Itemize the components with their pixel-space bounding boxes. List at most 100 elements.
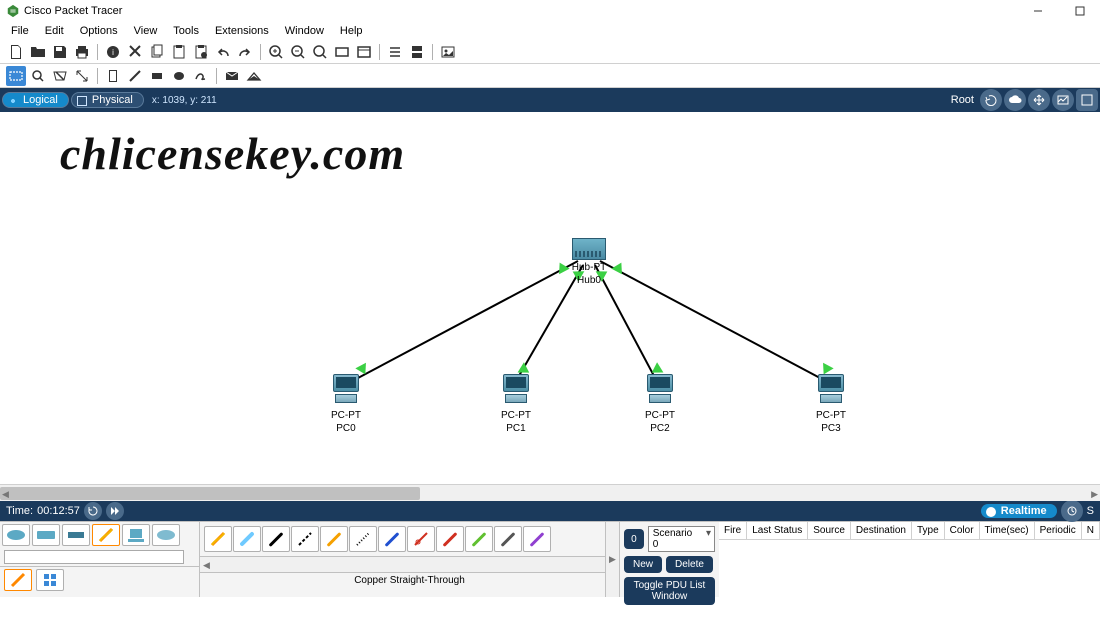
menu-edit[interactable]: Edit	[38, 24, 71, 38]
zoom-out-icon[interactable]	[288, 42, 308, 62]
window-icon[interactable]	[354, 42, 374, 62]
rect-icon[interactable]	[332, 42, 352, 62]
complex-pdu-icon[interactable]	[244, 66, 264, 86]
category-enddevices-icon[interactable]	[122, 524, 150, 546]
menu-window[interactable]: Window	[278, 24, 331, 38]
device-search-input[interactable]	[4, 550, 184, 564]
rectangle-tool-icon[interactable]	[147, 66, 167, 86]
category-wan-icon[interactable]	[152, 524, 180, 546]
pdu-col-fire[interactable]: Fire	[719, 522, 747, 539]
redo-icon[interactable]	[235, 42, 255, 62]
image-icon[interactable]	[438, 42, 458, 62]
save-icon[interactable]	[50, 42, 70, 62]
menu-options[interactable]: Options	[73, 24, 125, 38]
zoom-in-icon[interactable]	[266, 42, 286, 62]
toggle-pdu-list-button[interactable]: Toggle PDU List Window	[624, 577, 715, 605]
menu-view[interactable]: View	[127, 24, 165, 38]
line-tool-icon[interactable]	[125, 66, 145, 86]
device-pc0[interactable]: PC-PT PC0	[321, 374, 371, 434]
conn-straight-icon[interactable]	[262, 526, 290, 552]
print-icon[interactable]	[72, 42, 92, 62]
list-icon[interactable]	[385, 42, 405, 62]
viewport-icon[interactable]	[1076, 89, 1098, 111]
delete-tool-icon[interactable]	[50, 66, 70, 86]
settings-icon2[interactable]	[125, 42, 145, 62]
minimize-button[interactable]	[1024, 3, 1052, 19]
conn-fiber-icon[interactable]	[320, 526, 348, 552]
category-router-icon[interactable]	[2, 524, 30, 546]
conn-phone-icon[interactable]	[349, 526, 377, 552]
conn-serial-dce-icon[interactable]	[407, 526, 435, 552]
conn-auto-icon[interactable]	[204, 526, 232, 552]
panel-drag-handle[interactable]: ▶	[605, 522, 619, 597]
background-icon[interactable]	[1052, 89, 1074, 111]
simulation-tab-icon[interactable]	[1061, 500, 1083, 522]
conn-iot-icon[interactable]	[494, 526, 522, 552]
link-hub-pc3[interactable]	[600, 260, 835, 386]
workspace-canvas[interactable]: chlicensekey.com Hub-PT Hub0 PC-PT PC0 P…	[0, 112, 1100, 484]
link-hub-pc0[interactable]	[341, 260, 579, 388]
pdu-col-source[interactable]: Source	[808, 522, 851, 539]
delete-scenario-button[interactable]: Delete	[666, 556, 713, 573]
copy-icon[interactable]	[147, 42, 167, 62]
conn-octal-icon[interactable]	[465, 526, 493, 552]
scroll-left-icon[interactable]: ◀	[2, 489, 9, 500]
freeform-tool-icon[interactable]	[191, 66, 211, 86]
cloud-icon[interactable]	[1004, 89, 1026, 111]
device-hub[interactable]: Hub-PT Hub0	[564, 238, 614, 286]
scroll-right-icon[interactable]: ▶	[1091, 489, 1098, 500]
paste-icon[interactable]	[169, 42, 189, 62]
pdu-col-color[interactable]: Color	[945, 522, 980, 539]
pdu-col-num[interactable]: N	[1082, 522, 1100, 539]
open-folder-icon[interactable]	[28, 42, 48, 62]
conn-crossover-icon[interactable]	[291, 526, 319, 552]
realtime-tab[interactable]: Realtime	[981, 504, 1057, 518]
new-file-icon[interactable]	[6, 42, 26, 62]
conn-serial-dte-icon[interactable]	[436, 526, 464, 552]
category-hub-icon[interactable]	[62, 524, 90, 546]
subcategory-auto-icon[interactable]	[4, 569, 32, 591]
device-pc3[interactable]: PC-PT PC3	[806, 374, 856, 434]
connections-scrollbar[interactable]: ◀ ▶	[200, 556, 619, 572]
device-pc1[interactable]: PC-PT PC1	[491, 374, 541, 434]
wizard-icon[interactable]: i	[103, 42, 123, 62]
paste2-icon[interactable]	[191, 42, 211, 62]
pdu-col-destination[interactable]: Destination	[851, 522, 912, 539]
zoom-reset-icon[interactable]	[310, 42, 330, 62]
conn-usb-icon[interactable]	[523, 526, 551, 552]
logical-tab[interactable]: Logical	[2, 92, 69, 108]
pdu-col-type[interactable]: Type	[912, 522, 945, 539]
simple-pdu-icon[interactable]	[222, 66, 242, 86]
conn-coax-icon[interactable]	[378, 526, 406, 552]
scenario-select[interactable]: Scenario 0	[648, 526, 715, 552]
search-tool-icon[interactable]	[28, 66, 48, 86]
pdu-col-last-status[interactable]: Last Status	[747, 522, 808, 539]
physical-tab[interactable]: Physical	[71, 92, 144, 108]
maximize-button[interactable]	[1066, 3, 1094, 19]
reset-time-icon[interactable]	[84, 502, 102, 520]
move-icon[interactable]	[1028, 89, 1050, 111]
server-icon[interactable]	[407, 42, 427, 62]
category-connections-icon[interactable]	[92, 524, 120, 546]
scenario-index-icon[interactable]: 0	[624, 529, 644, 549]
menu-file[interactable]: File	[4, 24, 36, 38]
note-tool-icon[interactable]	[103, 66, 123, 86]
new-scenario-button[interactable]: New	[624, 556, 662, 573]
pdu-col-periodic[interactable]: Periodic	[1035, 522, 1082, 539]
fast-forward-icon[interactable]	[106, 502, 124, 520]
device-name-label: PC0	[321, 423, 371, 434]
conn-console-icon[interactable]	[233, 526, 261, 552]
undo-icon[interactable]	[213, 42, 233, 62]
menu-tools[interactable]: Tools	[166, 24, 206, 38]
canvas-scrollbar[interactable]: ◀ ▶	[0, 484, 1100, 501]
ellipse-tool-icon[interactable]	[169, 66, 189, 86]
pdu-col-timesec[interactable]: Time(sec)	[980, 522, 1035, 539]
resize-tool-icon[interactable]	[72, 66, 92, 86]
category-switch-icon[interactable]	[32, 524, 60, 546]
back-icon[interactable]	[980, 89, 1002, 111]
subcategory-grid-icon[interactable]	[36, 569, 64, 591]
select-tool-icon[interactable]	[6, 66, 26, 86]
menu-help[interactable]: Help	[333, 24, 370, 38]
device-pc2[interactable]: PC-PT PC2	[635, 374, 685, 434]
menu-extensions[interactable]: Extensions	[208, 24, 276, 38]
